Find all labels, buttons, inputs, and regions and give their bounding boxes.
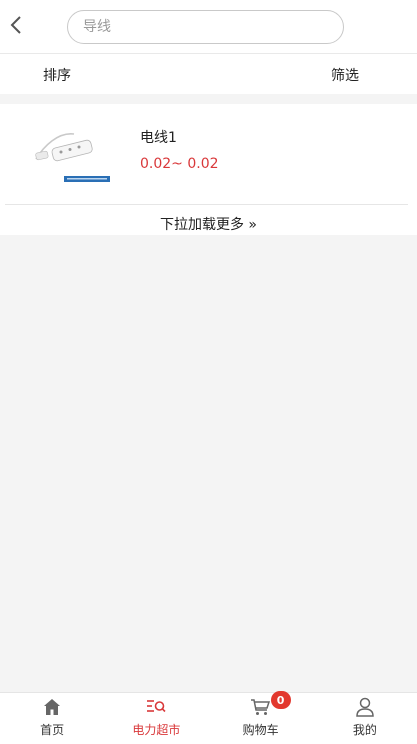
market-list-icon <box>146 696 166 718</box>
product-item[interactable]: 电线1 0.02~ 0.02 <box>0 104 417 204</box>
search-box <box>67 10 344 44</box>
cart-count-badge: 0 <box>270 691 291 709</box>
tab-cart-label: 购物车 <box>242 723 279 737</box>
tab-cart[interactable]: 0 购物车 <box>209 691 313 744</box>
search-input[interactable] <box>68 11 343 43</box>
home-icon <box>42 696 62 718</box>
load-more-hint: 下拉加载更多 » <box>159 217 257 233</box>
sort-button[interactable]: 排序 <box>43 65 71 85</box>
product-list: 电线1 0.02~ 0.02 下拉加载更多 » <box>0 104 417 235</box>
back-button[interactable] <box>6 12 26 38</box>
filter-button[interactable]: 筛选 <box>331 65 359 85</box>
user-icon <box>355 696 375 718</box>
tab-home[interactable]: 首页 <box>0 693 104 744</box>
product-image <box>30 126 112 188</box>
product-price: 0.02~ 0.02 <box>140 156 219 172</box>
tab-market-label: 电力超市 <box>132 723 181 737</box>
list-divider <box>5 204 408 205</box>
cart-icon: 0 <box>250 691 291 718</box>
tab-profile[interactable]: 我的 <box>313 693 417 744</box>
tab-market[interactable]: 电力超市 <box>104 693 208 744</box>
power-strip-image <box>35 133 110 182</box>
sort-filter-bar: 排序 筛选 <box>0 54 417 94</box>
tab-profile-label: 我的 <box>352 723 377 737</box>
top-header <box>0 0 417 54</box>
bottom-tab-bar: 首页 电力超市 0 购物车 我的 <box>0 691 417 744</box>
tab-home-label: 首页 <box>40 723 65 737</box>
chevron-left-icon <box>10 16 21 34</box>
product-name: 电线1 <box>140 130 177 146</box>
